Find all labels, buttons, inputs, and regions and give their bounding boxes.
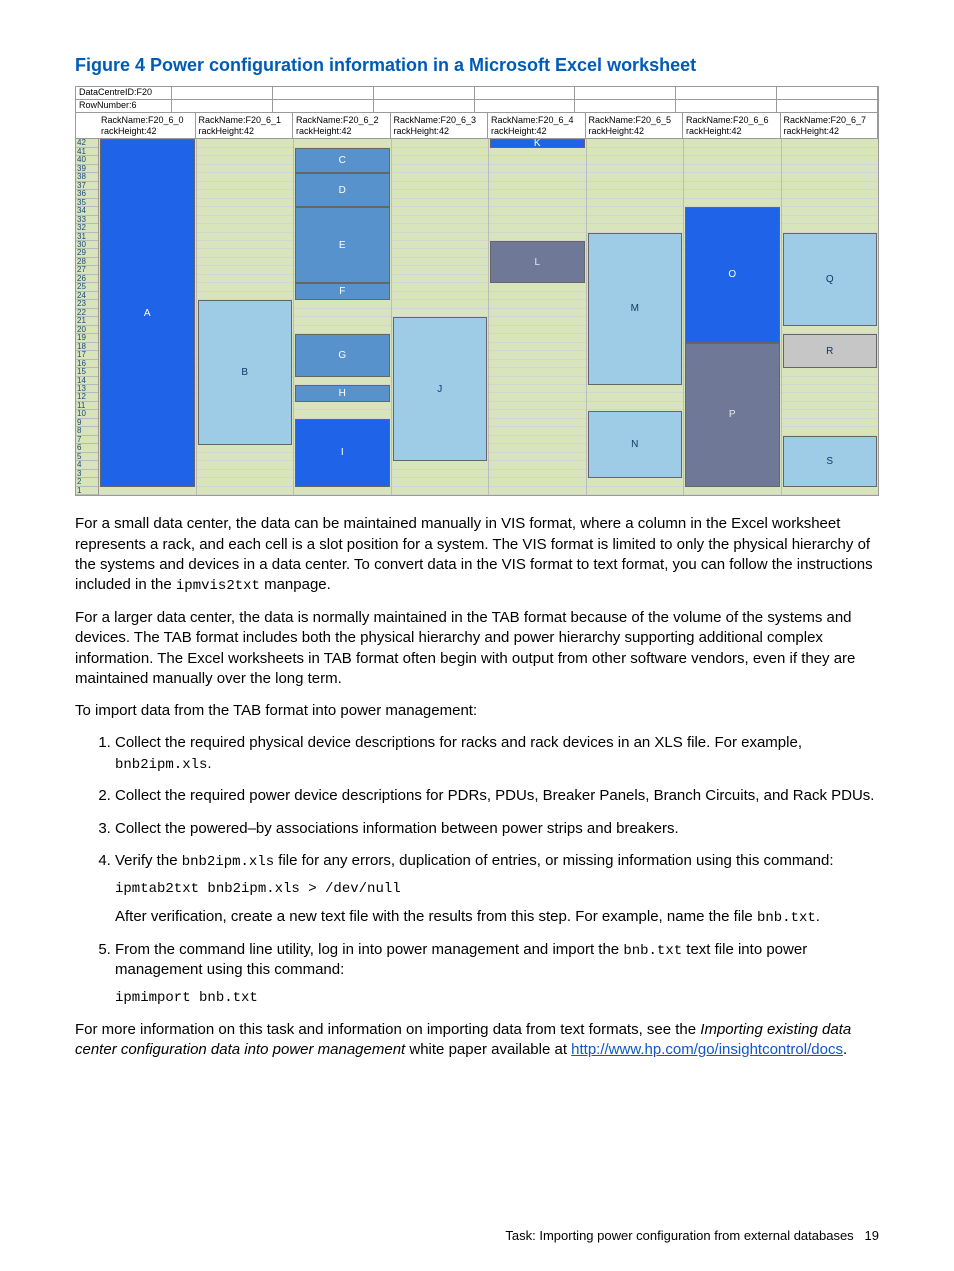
device-block-J: J bbox=[393, 317, 488, 461]
datacentre-cell: DataCentreID:F20 bbox=[76, 87, 172, 99]
device-block-D: D bbox=[295, 173, 390, 207]
rack-header-0: RackName:F20_6_0rackHeight:42 bbox=[98, 113, 196, 139]
rack-column-1: B bbox=[197, 139, 295, 495]
rack-column-6: OP bbox=[684, 139, 782, 495]
rack-column-4: KL bbox=[489, 139, 587, 495]
rack-column-5: MN bbox=[587, 139, 685, 495]
device-block-F: F bbox=[295, 283, 390, 300]
rack-header-1: RackName:F20_6_1rackHeight:42 bbox=[196, 113, 294, 139]
device-block-H: H bbox=[295, 385, 390, 402]
rack-header-3: RackName:F20_6_3rackHeight:42 bbox=[391, 113, 489, 139]
excel-worksheet: DataCentreID:F20 RowNumber:6 RackName:F2… bbox=[75, 86, 879, 496]
rack-header-5: RackName:F20_6_5rackHeight:42 bbox=[586, 113, 684, 139]
paragraph-4: For more information on this task and in… bbox=[75, 1020, 879, 1061]
command-2: ipmimport bnb.txt bbox=[115, 989, 879, 1008]
figure-title: Figure 4 Power configuration information… bbox=[75, 55, 879, 76]
step-3: Collect the powered–by associations info… bbox=[115, 819, 879, 839]
step-2: Collect the required power device descri… bbox=[115, 786, 879, 806]
device-block-O: O bbox=[685, 207, 780, 343]
device-block-C: C bbox=[295, 148, 390, 173]
device-block-P: P bbox=[685, 343, 780, 487]
rack-column-0: A bbox=[99, 139, 197, 495]
device-block-R: R bbox=[783, 334, 878, 368]
device-block-M: M bbox=[588, 233, 683, 386]
step-1: Collect the required physical device des… bbox=[115, 733, 879, 774]
device-block-B: B bbox=[198, 300, 293, 444]
rack-column-2: CDEF GHI bbox=[294, 139, 392, 495]
device-block-S: S bbox=[783, 436, 878, 487]
body-text: For a small data center, the data can be… bbox=[75, 514, 879, 1060]
device-block-G: G bbox=[295, 334, 390, 376]
device-block-K: K bbox=[490, 139, 585, 147]
paragraph-3: To import data from the TAB format into … bbox=[75, 701, 879, 721]
rack-header-6: RackName:F20_6_6rackHeight:42 bbox=[683, 113, 781, 139]
steps-list: Collect the required physical device des… bbox=[75, 733, 879, 1007]
rack-grid: ABCDEFGHIJKLMNOPQRS bbox=[99, 139, 878, 495]
device-block-A: A bbox=[100, 139, 195, 487]
row-numbers: 4241403938373635343332313029282726252423… bbox=[76, 139, 99, 495]
device-block-N: N bbox=[588, 411, 683, 479]
page-footer: Task: Importing power configuration from… bbox=[505, 1228, 879, 1243]
docs-link[interactable]: http://www.hp.com/go/insightcontrol/docs bbox=[571, 1041, 843, 1058]
device-block-I: I bbox=[295, 419, 390, 487]
device-block-L: L bbox=[490, 241, 585, 283]
rack-column-7: QR S bbox=[782, 139, 879, 495]
step-5: From the command line utility, log in in… bbox=[115, 940, 879, 1008]
rownumber-cell: RowNumber:6 bbox=[76, 100, 172, 112]
rack-header-2: RackName:F20_6_2rackHeight:42 bbox=[293, 113, 391, 139]
step-4: Verify the bnb2ipm.xls file for any erro… bbox=[115, 851, 879, 928]
rack-header-4: RackName:F20_6_4rackHeight:42 bbox=[488, 113, 586, 139]
device-block-Q: Q bbox=[783, 233, 878, 326]
rack-header-7: RackName:F20_6_7rackHeight:42 bbox=[781, 113, 879, 139]
device-block-E: E bbox=[295, 207, 390, 283]
paragraph-1: For a small data center, the data can be… bbox=[75, 514, 879, 596]
rack-column-3: J bbox=[392, 139, 490, 495]
command-1: ipmtab2txt bnb2ipm.xls > /dev/null bbox=[115, 880, 879, 899]
paragraph-2: For a larger data center, the data is no… bbox=[75, 608, 879, 689]
